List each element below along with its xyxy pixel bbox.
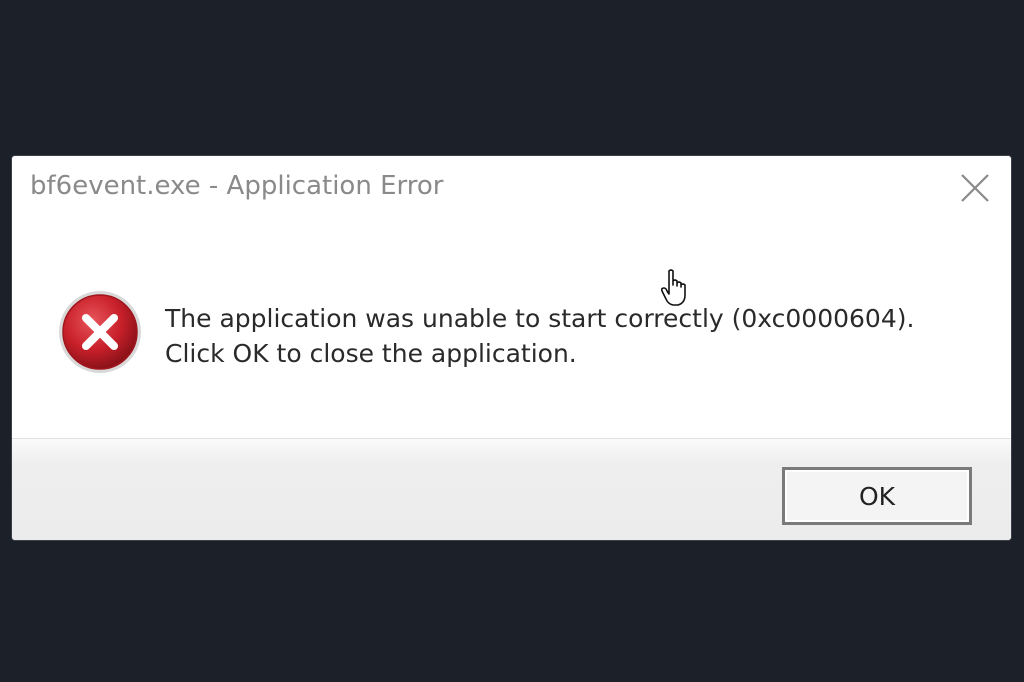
close-icon <box>961 174 989 202</box>
dialog-footer: OK <box>12 438 1011 540</box>
screen-backdrop: bf6event.exe - Application Error The app… <box>0 0 1024 682</box>
close-button[interactable] <box>953 166 997 210</box>
message-line-1: The application was unable to start corr… <box>165 304 915 333</box>
message-line-2: Click OK to close the application. <box>165 339 577 368</box>
dialog-title: bf6event.exe - Application Error <box>30 171 444 201</box>
ok-button[interactable]: OK <box>782 467 972 525</box>
dialog-titlebar[interactable]: bf6event.exe - Application Error <box>12 156 1011 228</box>
dialog-content: The application was unable to start corr… <box>12 228 1011 438</box>
error-message: The application was unable to start corr… <box>165 301 914 371</box>
hand-pointer-icon <box>660 268 690 308</box>
error-dialog: bf6event.exe - Application Error The app… <box>12 156 1011 540</box>
error-x-icon <box>56 288 144 376</box>
